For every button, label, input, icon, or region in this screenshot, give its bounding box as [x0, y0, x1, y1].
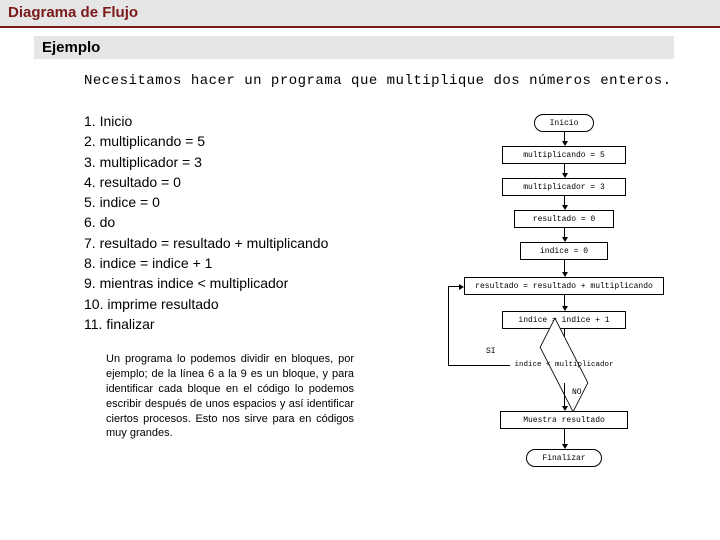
- flow-process: multiplicando = 5: [502, 146, 626, 164]
- flow-process: resultado = 0: [514, 210, 614, 228]
- flow-output: Muestra resultado: [500, 411, 628, 429]
- flow-arrow: [448, 365, 510, 366]
- section-subtitle: Ejemplo: [34, 36, 674, 59]
- flow-arrow: [564, 383, 565, 407]
- flow-process: resultado = resultado + multiplicando: [464, 277, 664, 295]
- flow-arrow: [448, 286, 449, 366]
- flowchart: Inicio multiplicando = 5 multiplicador =…: [434, 114, 704, 534]
- flow-terminal-end: Finalizar: [526, 449, 602, 467]
- flow-process: multiplicador = 3: [502, 178, 626, 196]
- explanatory-note: Un programa lo podemos dividir en bloque…: [106, 352, 354, 441]
- flow-arrow: [564, 429, 565, 445]
- problem-statement: Necesitamos hacer un programa que multip…: [84, 73, 674, 89]
- page-title: Diagrama de Flujo: [0, 0, 720, 28]
- arrow-right-icon: [459, 284, 464, 290]
- flow-branch-no: NO: [572, 388, 582, 397]
- flow-process: indice = indice + 1: [502, 311, 626, 329]
- flow-terminal-start: Inicio: [534, 114, 594, 132]
- flow-decision-label: indice < multiplicador: [509, 347, 619, 383]
- flow-decision: indice < multiplicador: [509, 347, 619, 383]
- flow-process: indice = 0: [520, 242, 608, 260]
- flow-branch-yes: SI: [486, 347, 496, 356]
